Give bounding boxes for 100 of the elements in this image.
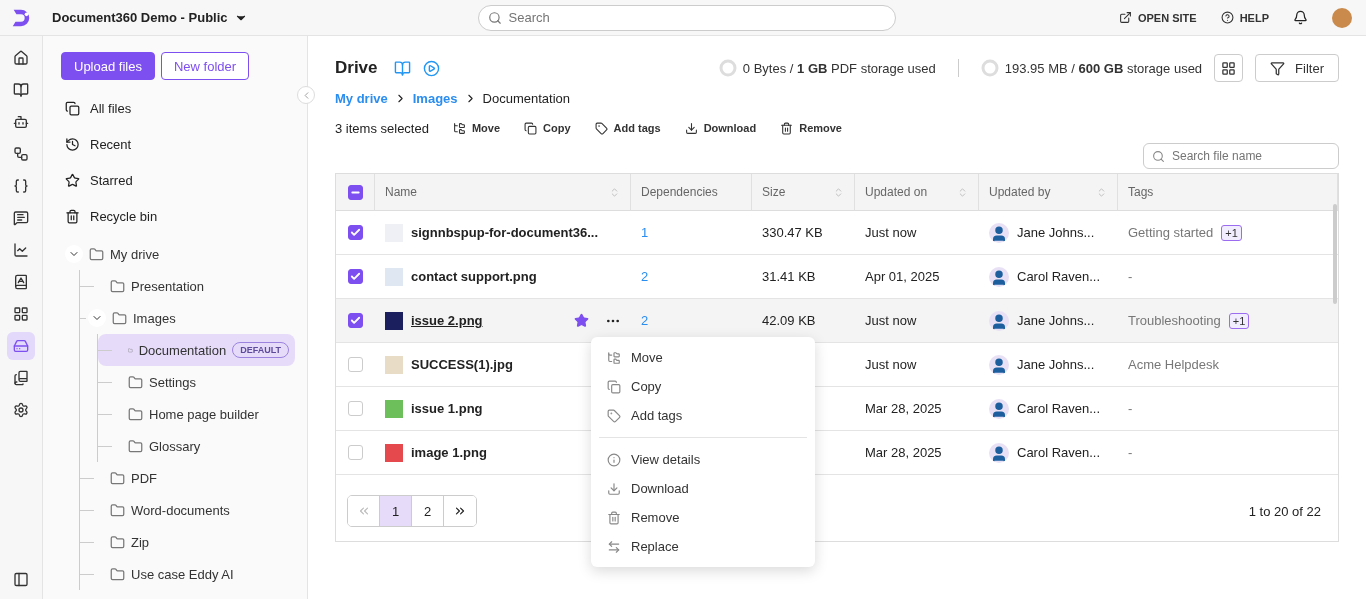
tree-item[interactable]: Presentation — [80, 270, 295, 302]
breadcrumb-current: Documentation — [482, 91, 570, 106]
nav-item[interactable]: Recent — [61, 126, 295, 162]
updated-date: Apr 01, 2025 — [865, 269, 940, 284]
star-icon — [65, 172, 80, 188]
drive-icon[interactable] — [7, 332, 35, 360]
filter-button[interactable]: Filter — [1255, 54, 1339, 82]
tag-count[interactable]: +1 — [1221, 224, 1242, 241]
updated-date: Just now — [865, 225, 917, 240]
tree-item[interactable]: Word-documents — [80, 494, 295, 526]
history-icon — [65, 136, 80, 152]
menu-item[interactable]: Move — [591, 343, 815, 372]
ring-icon — [718, 59, 737, 77]
menu-item[interactable]: View details — [591, 445, 815, 474]
tree-item[interactable]: Settings — [98, 366, 295, 398]
menu-item[interactable]: Remove — [591, 503, 815, 532]
swap-icon — [607, 539, 621, 554]
breadcrumb-link[interactable]: Images — [412, 91, 458, 106]
page-button[interactable]: 1 — [380, 496, 412, 526]
avatar-silhouette-icon — [989, 266, 1009, 287]
action-button[interactable]: Move — [452, 121, 501, 135]
user-name: Carol Raven... — [1017, 269, 1101, 284]
row-checkbox[interactable] — [348, 269, 363, 284]
project-selector[interactable]: Document360 Demo - Public — [52, 10, 248, 25]
menu-item[interactable]: Add tags — [591, 401, 815, 430]
tag-label: - — [1128, 269, 1133, 284]
avatar-silhouette-icon — [989, 222, 1009, 243]
chevron-down-icon[interactable] — [88, 309, 106, 327]
trash-icon — [780, 121, 794, 135]
bell-icon[interactable] — [1293, 10, 1308, 25]
avatar-silhouette-icon — [989, 354, 1009, 375]
select-all-checkbox[interactable] — [347, 184, 363, 200]
action-button[interactable]: Remove — [780, 121, 842, 135]
selection-count: 3 items selected — [335, 120, 429, 136]
action-button[interactable]: Add tags — [594, 121, 661, 135]
row-checkbox[interactable] — [348, 225, 363, 240]
dependency-count[interactable]: 2 — [641, 269, 649, 284]
storage-text: 0 Bytes / 1 GB PDF storage used — [742, 60, 936, 76]
file-name[interactable]: contact support.png — [411, 269, 537, 284]
column-header[interactable]: Dependencies — [631, 174, 752, 211]
folder-name: Glossary — [149, 438, 201, 454]
column-header[interactable]: Updated on — [855, 174, 979, 211]
menu-item[interactable]: Download — [591, 474, 815, 503]
file-size: 42.09 KB — [762, 313, 816, 328]
tree-item[interactable]: Home page builder — [98, 398, 295, 430]
file-search-field[interactable]: Search file name — [1143, 143, 1339, 169]
file-name[interactable]: image 1.png — [411, 445, 487, 460]
file-name[interactable]: issue 1.png — [411, 401, 483, 416]
files-icon — [65, 100, 80, 116]
chevron-down-icon[interactable] — [65, 245, 83, 263]
nav-item[interactable]: All files — [61, 90, 295, 126]
file-size: 330.47 KB — [762, 225, 823, 240]
user-avatar[interactable] — [1332, 7, 1352, 28]
top-link[interactable]: HELP — [1220, 11, 1269, 24]
file-name[interactable]: SUCCESS(1).jpg — [411, 357, 513, 372]
move-icon — [452, 121, 466, 135]
tree-item[interactable]: Images — [80, 302, 295, 334]
info-icon — [607, 452, 621, 467]
top-link[interactable]: OPEN SITE — [1118, 11, 1197, 24]
tree-item[interactable]: Use case Eddy AI — [80, 558, 295, 590]
tag-label: Acme Helpdesk — [1128, 357, 1220, 372]
tree-item[interactable]: Documentation DEFAULT — [98, 334, 295, 366]
grid-view-button[interactable] — [1214, 54, 1244, 82]
file-name[interactable]: issue 2.png — [411, 313, 483, 328]
thumbnail-placeholder — [385, 443, 403, 462]
menu-item[interactable]: Replace — [591, 532, 815, 561]
menu-item[interactable]: Copy — [591, 372, 815, 401]
tag-icon — [607, 408, 621, 423]
check-icon — [350, 227, 361, 238]
storage-text: 193.95 MB / 600 GB storage used — [1004, 60, 1203, 76]
updated-date: Mar 28, 2025 — [865, 401, 942, 416]
user-name: Carol Raven... — [1017, 401, 1101, 416]
filter-icon — [1270, 60, 1286, 76]
action-button[interactable]: Copy — [524, 121, 571, 135]
page-title: Drive — [335, 58, 378, 78]
action-button[interactable]: Download — [684, 121, 757, 135]
column-header[interactable]: Size — [752, 174, 855, 211]
new-folder-button[interactable]: New folder — [160, 52, 250, 80]
file-name[interactable]: signnbspup-for-document36... — [411, 225, 599, 240]
nav-item[interactable]: Starred — [61, 162, 295, 198]
star-icon[interactable] — [574, 313, 589, 328]
avatar-silhouette-icon — [989, 310, 1009, 331]
tag-count[interactable]: +1 — [1228, 312, 1250, 329]
nav-item[interactable]: Recycle bin — [61, 198, 295, 234]
column-header[interactable]: Tags — [1118, 174, 1338, 211]
column-header[interactable]: Updated by — [979, 174, 1118, 211]
tree-item[interactable]: My drive — [61, 238, 295, 270]
tree-item[interactable]: Glossary — [98, 430, 295, 462]
upload-button[interactable]: Upload files — [61, 52, 155, 80]
folder-name: Presentation — [131, 278, 204, 294]
column-header[interactable]: Name — [375, 174, 631, 211]
external-link-icon — [1118, 11, 1132, 24]
folder-name: Use case Eddy AI — [131, 566, 234, 582]
tree-item[interactable]: PDF — [80, 462, 295, 494]
folder-name: Home page builder — [149, 406, 259, 422]
play-icon[interactable] — [422, 59, 440, 77]
tree-item[interactable]: Zip — [80, 526, 295, 558]
row-checkbox[interactable] — [348, 313, 363, 328]
folder-name: Zip — [131, 534, 150, 550]
search-field[interactable]: Search — [477, 4, 896, 31]
